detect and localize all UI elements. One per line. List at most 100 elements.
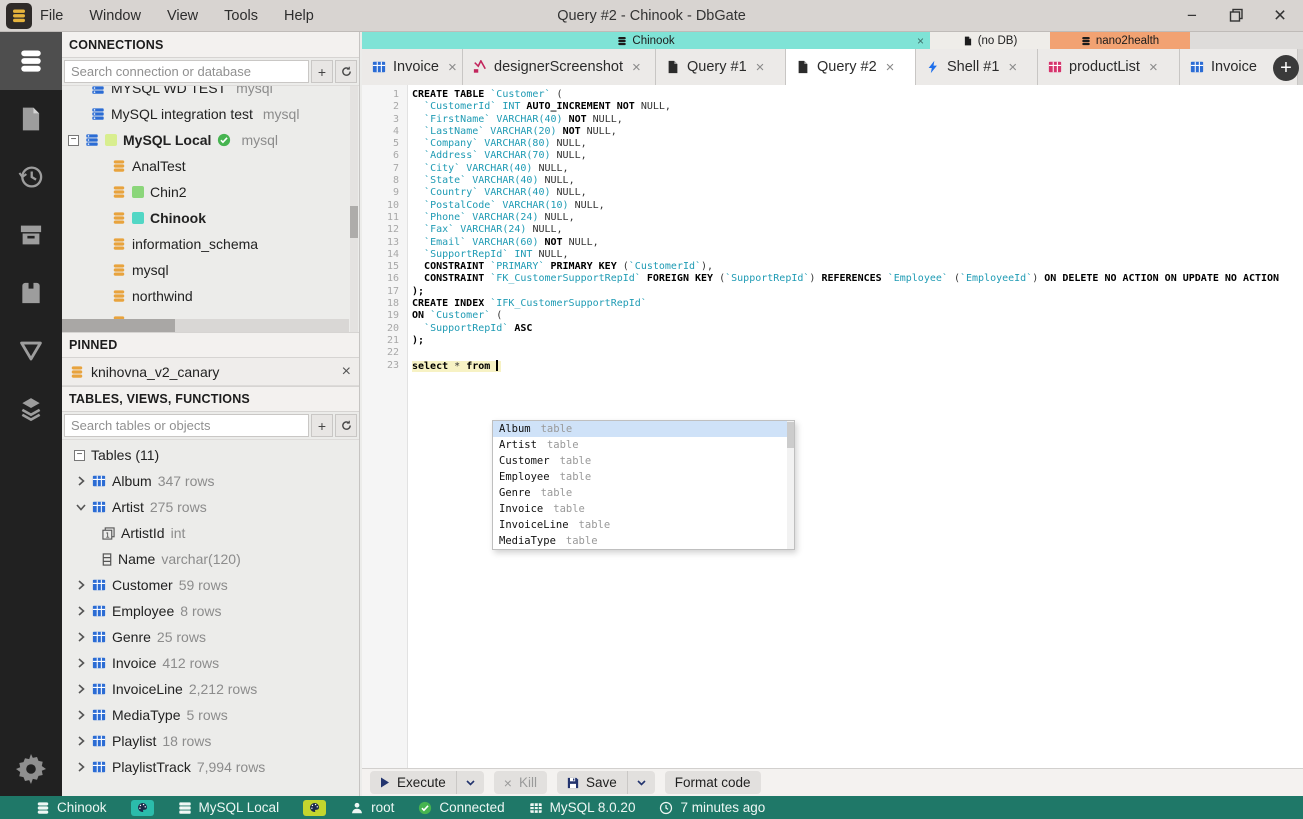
book-icon[interactable]: [0, 264, 62, 322]
connections-horizontal-scrollbar[interactable]: [62, 319, 349, 332]
connections-search-input[interactable]: [64, 60, 309, 83]
restore-button[interactable]: [1227, 7, 1245, 25]
close-tab-icon[interactable]: ×: [632, 59, 641, 76]
chevron-right-icon[interactable]: [76, 476, 86, 486]
chevron-right-icon[interactable]: [76, 710, 86, 720]
archive-icon[interactable]: [0, 206, 62, 264]
table-node-customer[interactable]: Customer 59 rows: [62, 572, 359, 598]
collapse-expander[interactable]: −: [74, 449, 85, 461]
chevron-down-icon[interactable]: [76, 503, 86, 511]
tab-query2[interactable]: Query #2 ×: [786, 49, 916, 85]
database-icon[interactable]: [0, 32, 62, 90]
connections-vertical-scrollbar[interactable]: [350, 86, 358, 332]
tab-designerscreenshot[interactable]: designerScreenshot ×: [463, 49, 656, 85]
statusbar-7-minutes-ago[interactable]: 7 minutes ago: [659, 800, 765, 815]
close-tab-icon[interactable]: ×: [448, 59, 457, 76]
layers-icon[interactable]: [0, 380, 62, 438]
execute-button[interactable]: Execute: [370, 771, 456, 794]
tables-root-node[interactable]: − Tables (11): [62, 442, 359, 468]
statusbar-mysql-local[interactable]: MySQL Local: [178, 800, 279, 815]
chevron-right-icon[interactable]: [76, 684, 86, 694]
menu-view[interactable]: View: [167, 8, 198, 24]
settings-icon[interactable]: [0, 742, 62, 796]
database-item[interactable]: mysql: [62, 257, 359, 283]
tab-group-nano2health[interactable]: nano2health: [1050, 32, 1190, 49]
column-node-artistid[interactable]: 1 ArtistId int: [62, 520, 359, 546]
tab-group-nodb[interactable]: (no DB): [930, 32, 1050, 49]
chevron-right-icon[interactable]: [76, 736, 86, 746]
tab-shell1[interactable]: Shell #1 ×: [916, 49, 1038, 85]
autocomplete-item-invoice[interactable]: Invoice table: [493, 501, 794, 517]
pinned-item[interactable]: knihovna_v2_canary ×: [62, 358, 359, 386]
tab-productlist[interactable]: productList ×: [1038, 49, 1180, 85]
collapse-expander[interactable]: −: [68, 134, 79, 146]
chevron-right-icon[interactable]: [76, 658, 86, 668]
autocomplete-item-invoiceline[interactable]: InvoiceLine table: [493, 517, 794, 533]
table-node-mediatype[interactable]: MediaType 5 rows: [62, 702, 359, 728]
table-node-genre[interactable]: Genre 25 rows: [62, 624, 359, 650]
table-node-playlisttrack[interactable]: PlaylistTrack 7,994 rows: [62, 754, 359, 780]
autocomplete-item-album[interactable]: Album table: [493, 421, 794, 437]
sql-editor[interactable]: 1 2 3 4 5 6 7 8 9 10 11 12 13 14 15 16 17 18 19 20 21 22 23 CR…: [362, 85, 1303, 768]
menu-help[interactable]: Help: [284, 8, 314, 24]
statusbar-color-swatch[interactable]: [130, 799, 154, 816]
kill-button[interactable]: × Kill: [493, 771, 547, 794]
tab-invoice[interactable]: Invoice ×: [362, 49, 463, 85]
file-icon[interactable]: [0, 90, 62, 148]
unpin-close-icon[interactable]: ×: [342, 363, 351, 381]
database-item[interactable]: information_schema: [62, 231, 359, 257]
table-node-employee[interactable]: Employee 8 rows: [62, 598, 359, 624]
execute-dropdown-button[interactable]: [455, 771, 484, 794]
close-button[interactable]: ×: [1271, 4, 1289, 27]
menu-file[interactable]: File: [40, 8, 63, 24]
tables-search-input[interactable]: [64, 414, 309, 437]
refresh-connections-button[interactable]: [335, 60, 357, 83]
close-tab-icon[interactable]: ×: [1008, 59, 1017, 76]
filter-icon[interactable]: [0, 322, 62, 380]
chevron-right-icon[interactable]: [76, 762, 86, 772]
history-icon[interactable]: [0, 148, 62, 206]
database-item[interactable]: northwind: [62, 283, 359, 309]
table-node-album[interactable]: Album 347 rows: [62, 468, 359, 494]
autocomplete-item-artist[interactable]: Artist table: [493, 437, 794, 453]
autocomplete-item-customer[interactable]: Customer table: [493, 453, 794, 469]
new-tab-button[interactable]: +: [1273, 55, 1299, 81]
autocomplete-item-genre[interactable]: Genre table: [493, 485, 794, 501]
save-button[interactable]: Save: [557, 771, 627, 794]
refresh-tables-button[interactable]: [335, 414, 357, 437]
close-tab-icon[interactable]: ×: [886, 59, 895, 76]
autocomplete-scrollbar[interactable]: [787, 421, 794, 549]
statusbar-color-swatch[interactable]: [303, 799, 327, 816]
connection-item[interactable]: MYSQL WD TEST mysql: [62, 86, 359, 101]
statusbar-chinook[interactable]: Chinook: [36, 800, 107, 815]
chevron-right-icon[interactable]: [76, 606, 86, 616]
database-item[interactable]: AnalTest: [62, 153, 359, 179]
tab-query1[interactable]: Query #1 ×: [656, 49, 786, 85]
chevron-right-icon[interactable]: [76, 632, 86, 642]
menu-window[interactable]: Window: [89, 8, 141, 24]
table-node-invoiceline[interactable]: InvoiceLine 2,212 rows: [62, 676, 359, 702]
table-node-invoice[interactable]: Invoice 412 rows: [62, 650, 359, 676]
code-area[interactable]: CREATE TABLE `Customer` ( `CustomerId` I…: [412, 89, 1303, 372]
close-group-icon[interactable]: ×: [917, 34, 924, 48]
connection-item[interactable]: MySQL integration test mysql: [62, 101, 359, 127]
autocomplete-item-employee[interactable]: Employee table: [493, 469, 794, 485]
save-dropdown-button[interactable]: [626, 771, 655, 794]
column-node-name[interactable]: Name varchar(120): [62, 546, 359, 572]
close-tab-icon[interactable]: ×: [1149, 59, 1158, 76]
add-table-button[interactable]: +: [311, 414, 333, 437]
close-tab-icon[interactable]: ×: [756, 59, 765, 76]
database-item[interactable]: Chin2: [62, 179, 359, 205]
table-node-artist[interactable]: Artist 275 rows: [62, 494, 359, 520]
tab-group-chinook[interactable]: Chinook ×: [362, 32, 930, 49]
statusbar-root[interactable]: root: [350, 800, 394, 815]
add-connection-button[interactable]: +: [311, 60, 333, 83]
chevron-right-icon[interactable]: [76, 580, 86, 590]
format-code-button[interactable]: Format code: [664, 771, 761, 794]
statusbar-mysql-8-0-20[interactable]: MySQL 8.0.20: [529, 800, 635, 815]
statusbar-connected[interactable]: Connected: [418, 800, 505, 815]
database-item[interactable]: Chinook: [62, 205, 359, 231]
menu-tools[interactable]: Tools: [224, 8, 258, 24]
minimize-button[interactable]: −: [1183, 6, 1201, 25]
autocomplete-item-mediatype[interactable]: MediaType table: [493, 533, 794, 549]
